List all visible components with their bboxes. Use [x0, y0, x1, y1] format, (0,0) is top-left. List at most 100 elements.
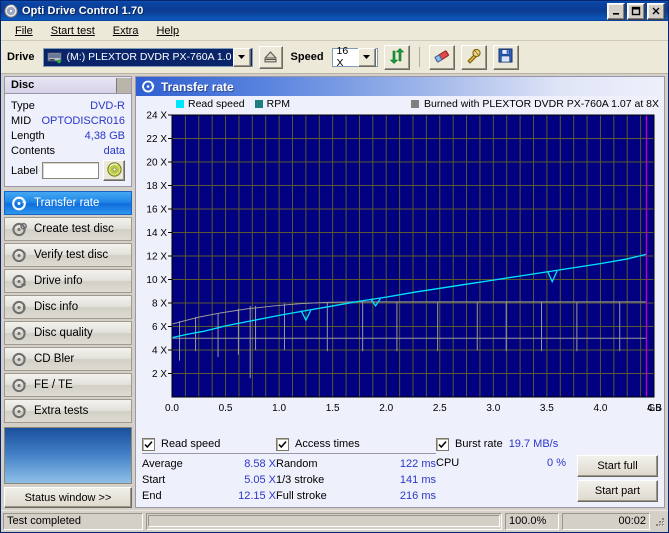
- svg-text:8 X: 8 X: [152, 299, 167, 310]
- sidebar-item-drive-info[interactable]: Drive info: [4, 269, 132, 293]
- status-message: Test completed: [3, 512, 143, 530]
- burst-rate-stats: Burst rate 19.7 MB/s CPU 0 %: [436, 436, 566, 507]
- sidebar-item-transfer-rate[interactable]: Transfer rate: [4, 191, 132, 215]
- disc-row-mid: MID OPTODISCR016: [11, 113, 125, 128]
- sidebar-item-fe-te-label: FE / TE: [34, 379, 73, 391]
- drive-select-value: (M:) PLEXTOR DVDR PX-760A 1.07: [66, 51, 232, 63]
- sidebar-item-cd-bler-label: CD Bler: [34, 353, 75, 365]
- disc-type-value: DVD-R: [90, 99, 125, 112]
- window-title: Opti Drive Control 1.70: [22, 5, 144, 17]
- tools-button[interactable]: [460, 44, 487, 70]
- minimize-button[interactable]: [607, 2, 625, 20]
- close-button[interactable]: [647, 2, 665, 20]
- menu-file[interactable]: File: [7, 23, 41, 39]
- legend-rpm-label: RPM: [266, 97, 290, 110]
- legend-burned-with-swatch: [410, 99, 419, 108]
- drive-info-icon: [12, 274, 27, 289]
- read-speed-end-value: 12.15 X: [238, 490, 276, 502]
- read-speed-checkbox[interactable]: [142, 437, 155, 451]
- eject-button[interactable]: [258, 45, 283, 69]
- start-part-button[interactable]: Start part: [577, 480, 658, 502]
- menu-help[interactable]: Help: [148, 23, 187, 39]
- access-times-header: Access times: [276, 436, 436, 454]
- eraser-icon: [433, 48, 450, 67]
- status-bar: Test completed 100.0% 00:02: [1, 510, 668, 532]
- disc-panel-collapse-button[interactable]: [116, 77, 131, 93]
- svg-text:10 X: 10 X: [146, 275, 167, 286]
- sidebar-item-fe-te[interactable]: FE / TE: [4, 373, 132, 397]
- sidebar-item-disc-quality-label: Disc quality: [34, 327, 93, 339]
- svg-text:18 X: 18 X: [146, 181, 167, 192]
- burst-rate-title: Burst rate: [455, 438, 503, 450]
- sidebar-item-extra-tests[interactable]: Extra tests: [4, 399, 132, 423]
- svg-text:4 X: 4 X: [152, 346, 167, 357]
- speed-select[interactable]: 16 X: [331, 45, 378, 69]
- access-times-third-stroke-value: 141 ms: [399, 474, 436, 486]
- svg-text:3.0: 3.0: [486, 403, 500, 414]
- sidebar-item-transfer-rate-label: Transfer rate: [34, 197, 100, 209]
- cpu-row: CPU 0 %: [436, 455, 566, 471]
- disc-length-key: Length: [11, 129, 45, 142]
- svg-text:12 X: 12 X: [146, 252, 167, 263]
- burst-rate-checkbox[interactable]: [436, 437, 449, 451]
- start-full-button[interactable]: Start full: [577, 455, 658, 477]
- drive-chevron-down-icon[interactable]: [232, 47, 251, 67]
- menu-extra-label: Extra: [112, 24, 139, 37]
- drive-select-value-area: (M:) PLEXTOR DVDR PX-760A 1.07: [44, 51, 232, 64]
- read-speed-start-key: Start: [142, 474, 166, 486]
- read-speed-average-value: 8.58 X: [244, 458, 276, 470]
- access-times-random-value: 122 ms: [399, 458, 436, 470]
- disc-type-key: Type: [11, 99, 35, 112]
- disc-label-disc-button[interactable]: [103, 160, 125, 181]
- speed-select-value: 16 X: [336, 45, 349, 69]
- refresh-button[interactable]: [383, 44, 410, 70]
- read-speed-header: Read speed: [142, 436, 276, 454]
- fe-te-icon: [12, 378, 27, 393]
- access-times-stats: Access times Random 122 ms 1/3 stroke 14…: [276, 436, 436, 507]
- svg-text:1.0: 1.0: [272, 403, 286, 414]
- menu-start-test-label: Start test: [50, 24, 95, 37]
- sidebar-item-verify-test-disc[interactable]: Verify test disc: [4, 243, 132, 267]
- disc-row-length: Length 4,38 GB: [11, 128, 125, 143]
- main-panel: Transfer rate Read speed RPM Burned with…: [135, 76, 665, 508]
- save-button[interactable]: [492, 44, 519, 70]
- action-buttons: Start full Start part: [577, 455, 658, 502]
- access-times-third-stroke-key: 1/3 stroke: [276, 474, 325, 486]
- sidebar-item-disc-quality[interactable]: Disc quality: [4, 321, 132, 345]
- read-speed-start-value: 5.05 X: [244, 474, 276, 486]
- legend-rpm: RPM: [254, 97, 290, 110]
- resize-grip-icon[interactable]: [653, 515, 666, 528]
- drive-select[interactable]: (M:) PLEXTOR DVDR PX-760A 1.07: [42, 47, 253, 67]
- disc-label-input[interactable]: [41, 162, 99, 179]
- disc-row-type: Type DVD-R: [11, 98, 125, 113]
- svg-text:4.0: 4.0: [593, 403, 607, 414]
- disc-mid-value: OPTODISCR016: [41, 114, 125, 127]
- status-window-button[interactable]: Status window >>: [4, 487, 132, 508]
- progress-track: [148, 515, 500, 527]
- disc-label-key: Label: [11, 164, 38, 177]
- sidebar-item-cd-bler[interactable]: CD Bler: [4, 347, 132, 371]
- menu-start-test[interactable]: Start test: [43, 23, 103, 39]
- chart-area[interactable]: 2 X 4 X 6 X 8 X 10 X 12 X 14 X 16 X 18 X 20 X 22 X…: [136, 111, 664, 433]
- elapsed-time: 00:02: [562, 512, 650, 530]
- menu-extra[interactable]: Extra: [105, 23, 147, 39]
- toolbar-divider: [418, 47, 420, 67]
- maximize-button[interactable]: [627, 2, 645, 20]
- read-speed-end-row: End 12.15 X: [142, 488, 276, 504]
- speed-chevron-down-icon[interactable]: [357, 47, 376, 67]
- svg-text:22 X: 22 X: [146, 134, 167, 145]
- app-disc-icon: [4, 4, 18, 18]
- read-speed-end-key: End: [142, 490, 162, 502]
- speed-label: Speed: [290, 51, 324, 63]
- access-times-checkbox[interactable]: [276, 437, 289, 451]
- transfer-rate-chart[interactable]: 2 X 4 X 6 X 8 X 10 X 12 X 14 X 16 X 18 X 20 X 22 X…: [136, 111, 664, 423]
- sidebar-item-create-test-disc[interactable]: Create test disc: [4, 217, 132, 241]
- svg-text:0.5: 0.5: [219, 403, 233, 414]
- tools-icon: [465, 48, 482, 67]
- drive-label: Drive: [7, 51, 35, 63]
- disc-icon: [106, 161, 122, 180]
- disc-info-icon: [12, 300, 27, 315]
- erase-button[interactable]: [428, 44, 455, 70]
- window-controls: [607, 2, 666, 20]
- sidebar-item-disc-info[interactable]: Disc info: [4, 295, 132, 319]
